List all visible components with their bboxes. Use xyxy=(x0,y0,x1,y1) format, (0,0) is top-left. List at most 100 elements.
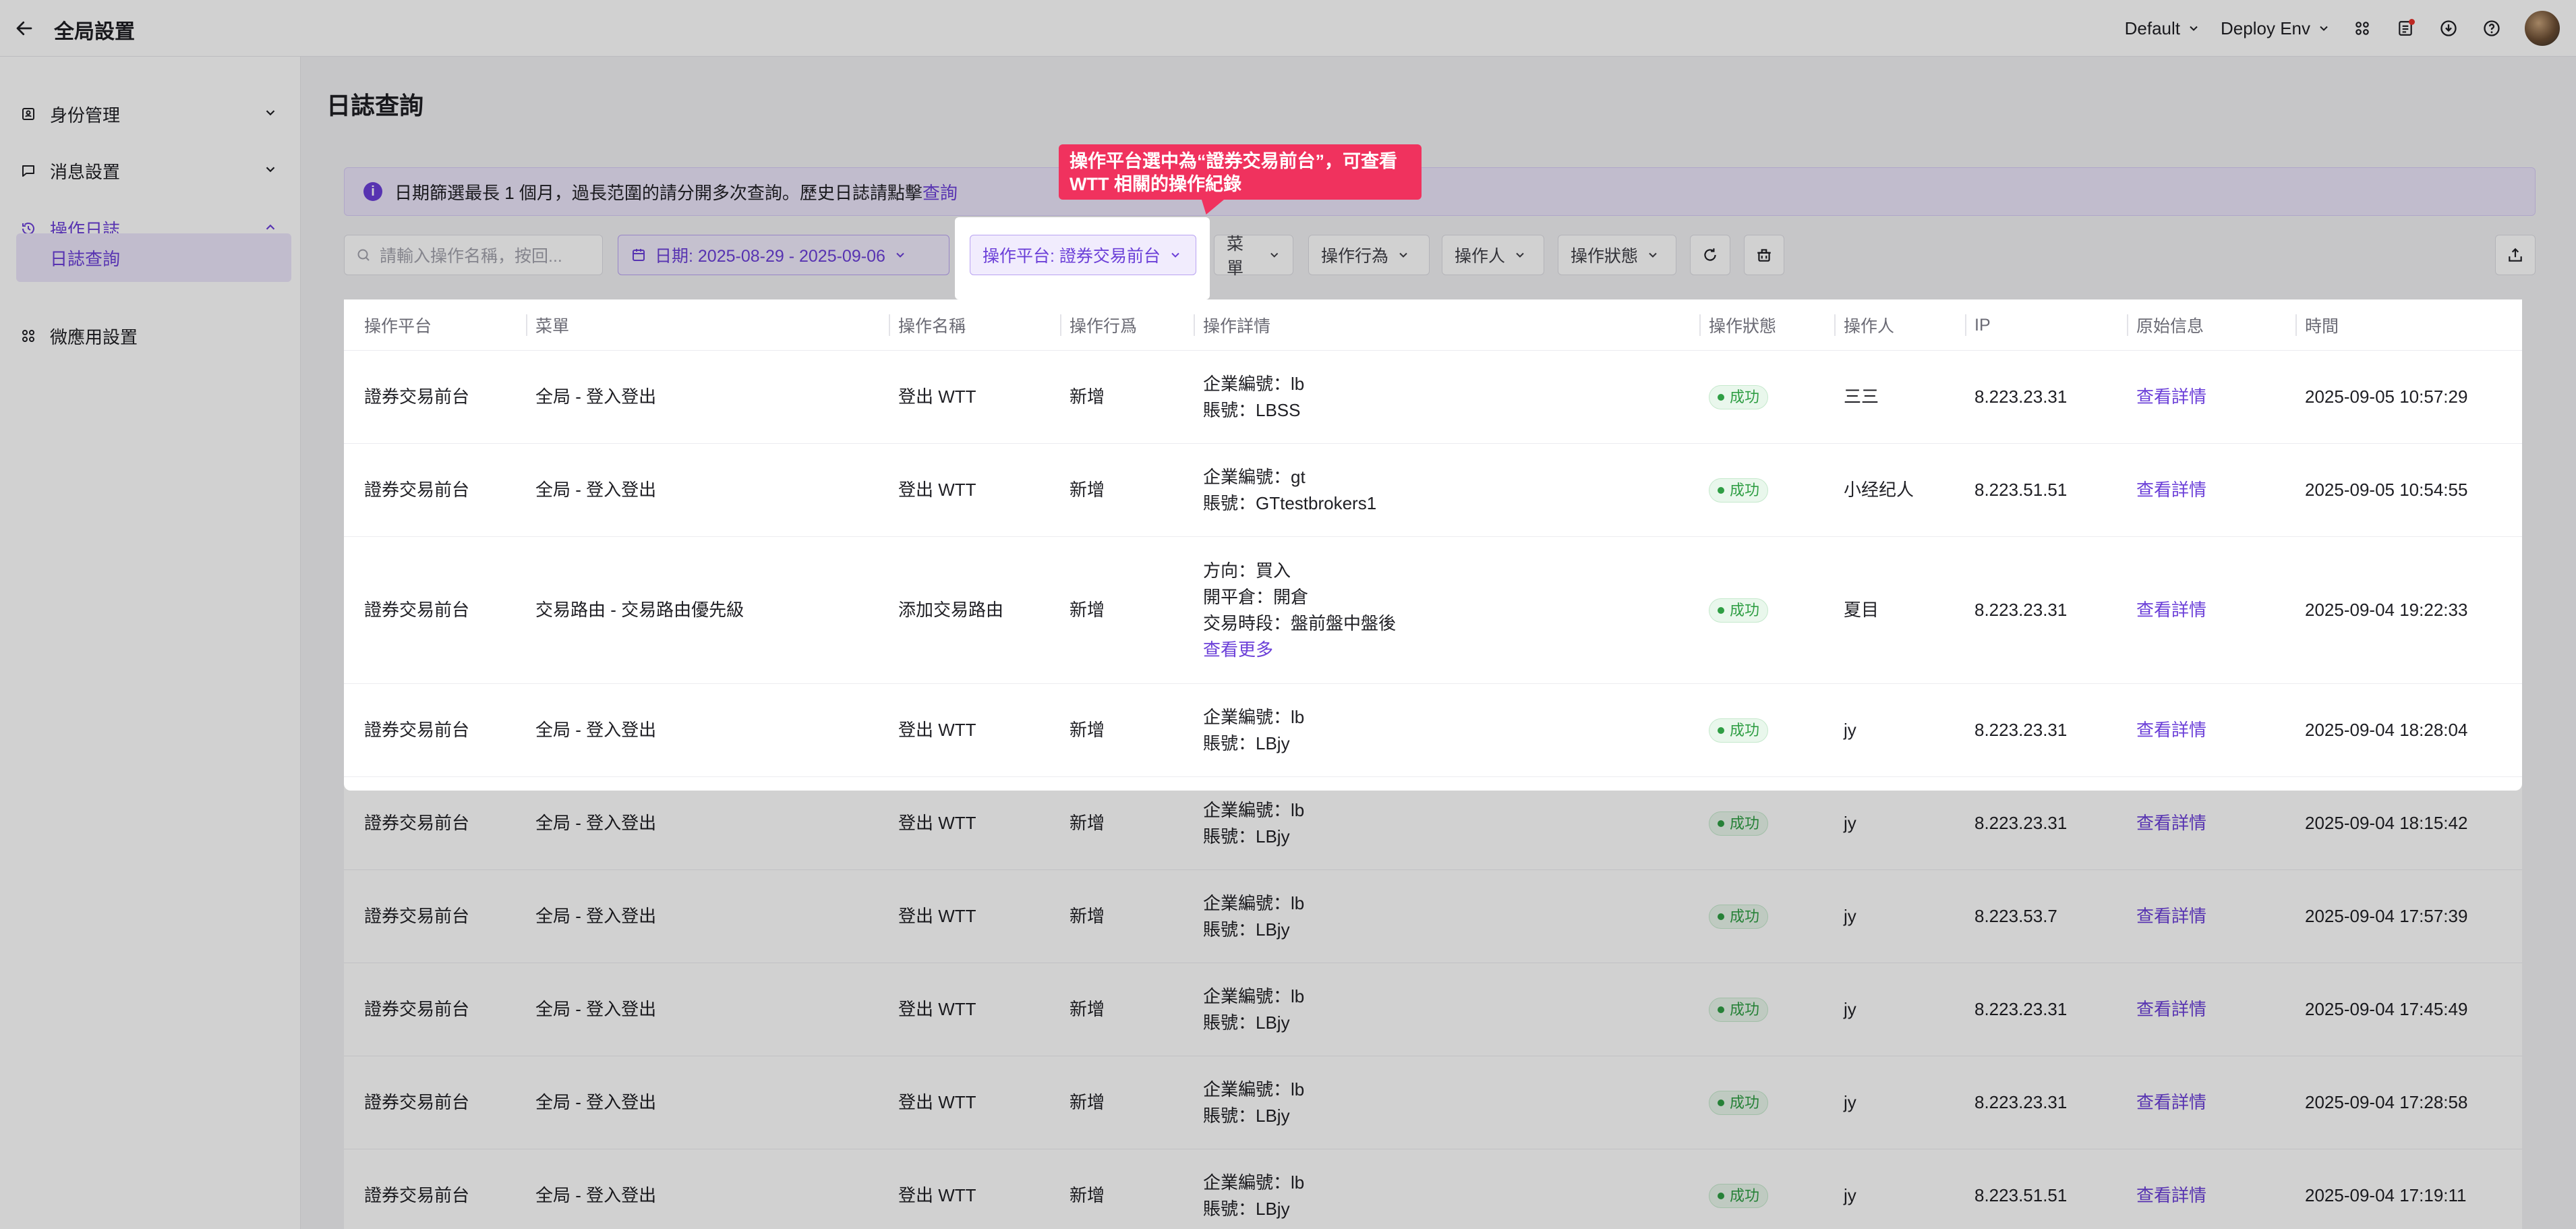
cell-platform: 證券交易前台 xyxy=(364,813,470,833)
search-input[interactable]: 請輸入操作名稱，按回... xyxy=(344,235,603,275)
menu-filter-label: 菜單 xyxy=(1227,235,1244,278)
cell-op-name: 登出 WTT xyxy=(898,813,976,833)
cell-menu: 全局 - 登入登出 xyxy=(535,1092,657,1112)
status-dot xyxy=(1718,486,1724,494)
env-selector-label: Default xyxy=(2124,18,2181,38)
date-filter[interactable]: 日期: 2025-08-29 - 2025-09-06 xyxy=(618,235,949,275)
cloud-download-icon[interactable] xyxy=(2437,17,2460,40)
cell-operator: jy xyxy=(1844,720,1856,740)
menu-filter[interactable]: 菜單 xyxy=(1214,235,1293,278)
view-details-link[interactable]: 查看詳情 xyxy=(2136,996,2206,1023)
view-details-link[interactable]: 查看詳情 xyxy=(2136,597,2206,623)
banner-query-link[interactable]: 查詢 xyxy=(923,179,958,204)
clear-filters-button[interactable] xyxy=(1744,235,1784,275)
table-row: 證券交易前台 交易路由 - 交易路由優先級 添加交易路由 新增 方向：買入開平倉：開倉交… xyxy=(344,537,2522,684)
cell-menu: 交易路由 - 交易路由優先級 xyxy=(535,600,744,620)
chevron-up-icon xyxy=(266,224,275,230)
chevron-down-icon xyxy=(1649,252,1657,258)
cell-menu: 全局 - 登入登出 xyxy=(535,999,657,1019)
status-dot xyxy=(1718,1192,1724,1199)
cell-operator: jy xyxy=(1844,1092,1856,1112)
status-badge: 成功 xyxy=(1709,384,1769,409)
status-dot xyxy=(1718,393,1724,401)
cell-detail-line: 方向：買入 xyxy=(1203,560,1291,581)
status-badge: 成功 xyxy=(1709,811,1769,836)
sidebar-item-micro-apps[interactable]: 微應用設置 xyxy=(0,308,301,364)
app-title: 全局設置 xyxy=(54,21,135,43)
cell-action: 新增 xyxy=(1070,720,1105,740)
top-header: 全局設置 Default Deploy Env xyxy=(0,0,2576,57)
info-banner: i 日期篩選最長 1 個月，過長范圍的請分開多次查詢。歷史日誌請點擊 查詢 xyxy=(344,167,2536,216)
cell-action: 新增 xyxy=(1070,1092,1105,1112)
cell-platform: 證券交易前台 xyxy=(364,387,470,407)
sidebar-item-label: 身份管理 xyxy=(50,105,121,125)
avatar[interactable] xyxy=(2523,9,2561,47)
status-filter-label: 操作狀態 xyxy=(1571,247,1639,266)
chevron-down-icon xyxy=(1270,252,1278,258)
view-more-link[interactable]: 查看更多 xyxy=(1203,637,1396,663)
env-selector[interactable]: Default xyxy=(2125,18,2200,39)
view-details-link[interactable]: 查看詳情 xyxy=(2136,1182,2206,1209)
cell-detail-line: 賬號：LBSS xyxy=(1203,399,1301,420)
page-title: 日誌查詢 xyxy=(326,92,424,119)
cell-time: 2025-09-04 17:45:49 xyxy=(2305,999,2468,1019)
cell-operator: jy xyxy=(1844,999,1856,1019)
cell-detail-line: 賬號：LBjy xyxy=(1203,1198,1290,1219)
cell-detail-line: 賬號：LBjy xyxy=(1203,733,1290,753)
table-row: 證券交易前台 全局 - 登入登出 登出 WTT 新增 企業編號：lb 賬號：LBjy 成功 j… xyxy=(344,777,2522,870)
callout-line-2: WTT 相關的操作紀錄 xyxy=(1070,174,1241,194)
cell-time: 2025-09-04 19:22:33 xyxy=(2305,600,2468,620)
back-arrow-icon[interactable] xyxy=(9,13,39,43)
view-details-link[interactable]: 查看詳情 xyxy=(2136,384,2206,410)
deploy-env-label: Deploy Env xyxy=(2221,18,2310,38)
cell-platform: 證券交易前台 xyxy=(364,999,470,1019)
cell-action: 新增 xyxy=(1070,387,1105,407)
cell-operator: jy xyxy=(1844,813,1856,833)
header-actions: Default Deploy Env xyxy=(2125,9,2561,47)
platform-filter[interactable]: 操作平台: 證券交易前台 xyxy=(970,235,1196,275)
view-details-link[interactable]: 查看詳情 xyxy=(2136,717,2206,743)
highlight-platform-filter: 操作平台: 證券交易前台 xyxy=(955,217,1210,299)
cell-menu: 全局 - 登入登出 xyxy=(535,480,657,500)
cell-time: 2025-09-05 10:54:55 xyxy=(2305,480,2468,500)
cell-detail-line: 賬號：LBjy xyxy=(1203,919,1290,940)
view-details-link[interactable]: 查看詳情 xyxy=(2136,903,2206,930)
sidebar-item-identity[interactable]: 身份管理 xyxy=(0,86,301,142)
deploy-env-selector[interactable]: Deploy Env xyxy=(2221,18,2331,39)
view-details-link[interactable]: 查看詳情 xyxy=(2136,1089,2206,1116)
clear-icon xyxy=(1757,249,1771,262)
view-details-link[interactable]: 查看詳情 xyxy=(2136,477,2206,503)
cell-ip: 8.223.51.51 xyxy=(1974,1185,2068,1205)
refresh-button[interactable] xyxy=(1690,235,1730,275)
cell-operator: jy xyxy=(1844,1185,1856,1205)
table-row: 證券交易前台 全局 - 登入登出 登出 WTT 新增 企業編號：lb 賬號：LBjy 成功 j… xyxy=(344,1149,2522,1229)
status-dot xyxy=(1718,1099,1724,1106)
export-button[interactable] xyxy=(2495,235,2536,275)
sidebar-item-messages[interactable]: 消息設置 xyxy=(0,143,301,198)
action-filter[interactable]: 操作行為 xyxy=(1308,235,1430,275)
cell-op-name: 登出 WTT xyxy=(898,1092,976,1112)
highlight-table: 操作平台 菜單 操作名稱 操作行爲 操作詳情 操作狀態 操作人 IP 原始信息 … xyxy=(344,299,2522,791)
cell-detail-line: 企業編號：lb xyxy=(1203,892,1305,913)
task-list-icon[interactable] xyxy=(2394,17,2417,40)
id-card-icon xyxy=(19,105,38,123)
operator-filter[interactable]: 操作人 xyxy=(1442,235,1544,275)
help-icon[interactable] xyxy=(2480,17,2503,40)
search-icon xyxy=(357,249,370,261)
sidebar-subitem-log-query[interactable]: 日誌查詢 xyxy=(16,233,291,282)
status-dot xyxy=(1718,726,1724,734)
cell-platform: 證券交易前台 xyxy=(364,480,470,500)
apps-icon xyxy=(19,326,38,345)
status-filter[interactable]: 操作狀態 xyxy=(1558,235,1676,275)
info-icon: i xyxy=(363,182,382,201)
status-badge: 成功 xyxy=(1709,1183,1769,1208)
status-dot xyxy=(1718,1006,1724,1013)
message-icon xyxy=(19,161,38,180)
table-row: 證券交易前台 全局 - 登入登出 登出 WTT 新增 企業編號：lb 賬號：LBjy 成功 j… xyxy=(344,870,2522,963)
cell-detail-line: 企業編號：lb xyxy=(1203,1079,1305,1099)
apps-grid-icon[interactable] xyxy=(2351,17,2374,40)
cell-ip: 8.223.23.31 xyxy=(1974,1092,2068,1112)
status-dot xyxy=(1718,606,1724,614)
cell-detail-line: 開平倉：開倉 xyxy=(1203,586,1309,607)
view-details-link[interactable]: 查看詳情 xyxy=(2136,810,2206,836)
